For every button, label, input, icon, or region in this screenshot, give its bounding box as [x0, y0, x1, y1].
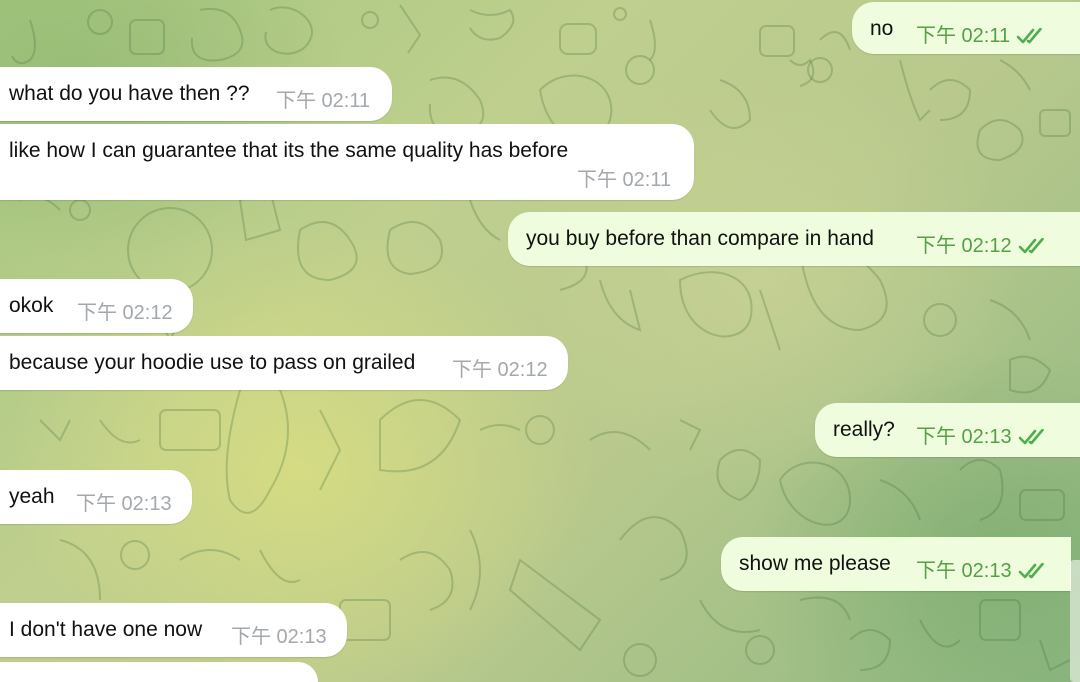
message-time: 下午 02:11: [916, 25, 1011, 47]
message-text: because your hoodie use to pass on grail…: [9, 351, 416, 374]
message-meta: 下午 02:13: [916, 559, 1046, 583]
message-incoming[interactable]: what do you have then ?? 下午 02:11: [0, 67, 392, 121]
message-meta: 下午 02:13: [76, 492, 172, 516]
message-text: you buy before than compare in hand: [526, 227, 874, 250]
message-time: 下午 02:12: [916, 235, 1012, 257]
message-meta: 下午 02:13: [231, 625, 327, 649]
double-check-icon: [1018, 238, 1044, 254]
double-check-icon: [1018, 563, 1044, 579]
message-meta: 下午 02:11: [577, 168, 671, 192]
message-time: 下午 02:12: [452, 359, 548, 381]
message-time: 下午 02:13: [76, 493, 172, 515]
double-check-icon: [1016, 28, 1042, 44]
message-time: 下午 02:13: [231, 626, 327, 648]
message-meta: 下午 02:12: [916, 234, 1046, 258]
double-check-icon: [1018, 429, 1044, 445]
message-text: really?: [833, 418, 895, 441]
message-incoming[interactable]: okok 下午 02:12: [0, 279, 193, 333]
message-outgoing[interactable]: really? 下午 02:13: [815, 403, 1080, 457]
message-text: yeah: [9, 485, 55, 508]
message-time: 下午 02:13: [916, 426, 1012, 448]
message-outgoing[interactable]: you buy before than compare in hand 下午 0…: [508, 212, 1080, 266]
message-incoming-partial[interactable]: [0, 662, 318, 682]
chat-scrollbar[interactable]: [1070, 560, 1080, 682]
message-time: 下午 02:12: [77, 302, 173, 324]
message-meta: 下午 02:13: [916, 425, 1046, 449]
message-text: okok: [9, 294, 54, 317]
message-meta: 下午 02:12: [77, 301, 173, 325]
message-time: 下午 02:11: [577, 169, 672, 191]
message-incoming[interactable]: like how I can guarantee that its the sa…: [0, 124, 694, 200]
chat-message-list[interactable]: no 下午 02:11 what do you have then ?? 下午 …: [0, 0, 1080, 682]
message-time: 下午 02:11: [276, 90, 371, 112]
message-incoming[interactable]: because your hoodie use to pass on grail…: [0, 336, 568, 390]
message-meta: 下午 02:11: [276, 89, 370, 113]
message-incoming[interactable]: yeah 下午 02:13: [0, 470, 192, 524]
message-meta: 下午 02:11: [916, 24, 1044, 48]
message-text: I don't have one now: [9, 618, 203, 641]
message-outgoing[interactable]: no 下午 02:11: [852, 2, 1080, 54]
message-incoming[interactable]: I don't have one now 下午 02:13: [0, 603, 347, 657]
message-text: show me please: [739, 552, 891, 575]
message-text: like how I can guarantee that its the sa…: [9, 139, 569, 162]
message-outgoing[interactable]: show me please 下午 02:13: [721, 537, 1071, 591]
message-text: no: [870, 17, 894, 40]
message-meta: 下午 02:12: [452, 358, 548, 382]
message-time: 下午 02:13: [916, 560, 1012, 582]
message-text: what do you have then ??: [9, 82, 250, 105]
